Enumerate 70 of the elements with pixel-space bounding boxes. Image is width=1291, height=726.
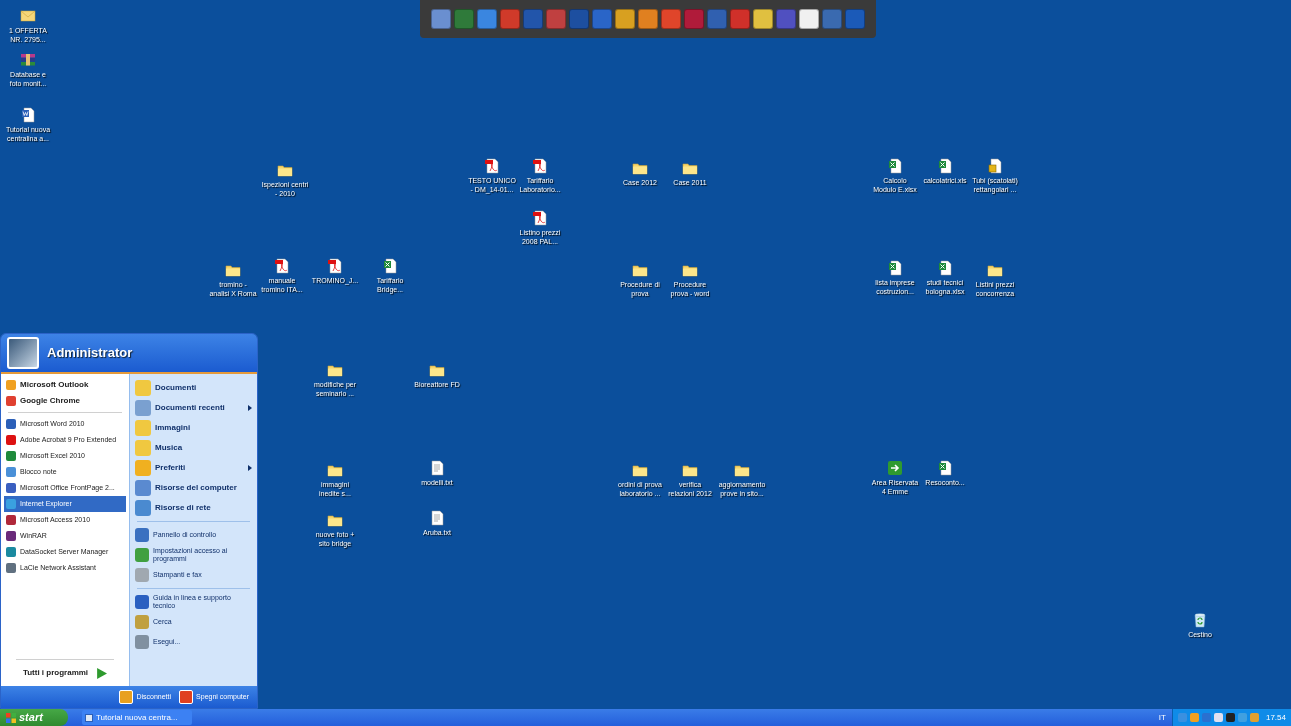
window-icon — [85, 713, 93, 722]
clock: 17.54 — [1265, 711, 1286, 724]
folder-icon[interactable] — [225, 262, 241, 278]
spreadsheet-file-icon[interactable] — [937, 460, 953, 476]
app-icon[interactable] — [638, 9, 658, 29]
pdf-file-icon[interactable] — [327, 258, 343, 274]
place-icon — [135, 528, 149, 542]
menu-item[interactable]: Preferiti — [133, 458, 254, 478]
all-programs-button[interactable]: Tutti i programmi — [4, 663, 126, 683]
spreadsheet-file-icon[interactable] — [937, 260, 953, 276]
pdf-file-icon[interactable] — [484, 158, 500, 174]
recycle-bin-icon[interactable] — [1192, 612, 1208, 628]
text-file-icon[interactable] — [429, 460, 445, 476]
document-file-icon[interactable] — [20, 107, 36, 123]
arrow-icon — [96, 667, 108, 679]
place-icon — [135, 380, 151, 396]
taskbar-button[interactable]: Tutorial nuova centra... — [82, 710, 192, 725]
place-icon — [135, 595, 149, 609]
place-icon — [135, 420, 151, 436]
menu-item[interactable]: Immagini — [133, 418, 254, 438]
spreadsheet-file-icon[interactable] — [887, 260, 903, 276]
folder-icon[interactable] — [734, 462, 750, 478]
pdf-file-icon[interactable] — [532, 158, 548, 174]
folder-icon[interactable] — [632, 262, 648, 278]
windows-flag-icon — [6, 712, 16, 723]
place-icon — [135, 480, 151, 496]
menu-item[interactable]: Documenti recenti — [133, 398, 254, 418]
pdf-file-icon[interactable] — [532, 210, 548, 226]
folder-icon[interactable] — [327, 362, 343, 378]
menu-item[interactable]: Risorse di rete — [133, 498, 254, 518]
app-icon[interactable] — [615, 9, 635, 29]
spreadsheet-file-icon[interactable] — [887, 158, 903, 174]
place-icon — [135, 568, 149, 582]
menu-item[interactable]: Google Chrome — [4, 393, 126, 409]
place-icon — [135, 460, 151, 476]
app-icon[interactable] — [799, 9, 819, 29]
language-indicator[interactable]: IT — [1158, 711, 1166, 724]
place-icon — [135, 500, 151, 516]
place-icon — [135, 635, 149, 649]
app-icon[interactable] — [753, 9, 773, 29]
folder-icon[interactable] — [277, 162, 293, 178]
document-file-icon[interactable] — [987, 158, 1003, 174]
folder-icon[interactable] — [429, 362, 445, 378]
menu-item[interactable]: Microsoft Outlook — [4, 377, 126, 393]
folder-icon[interactable] — [632, 462, 648, 478]
text-file-icon[interactable] — [429, 510, 445, 526]
spreadsheet-file-icon[interactable] — [937, 158, 953, 174]
menu-item[interactable]: Musica — [133, 438, 254, 458]
place-icon — [135, 400, 151, 416]
folder-icon[interactable] — [632, 160, 648, 176]
spreadsheet-file-icon[interactable] — [382, 258, 398, 274]
pdf-file-icon[interactable] — [274, 258, 290, 274]
folder-icon[interactable] — [327, 512, 343, 528]
place-icon — [135, 615, 149, 629]
power-icon — [179, 690, 194, 704]
folder-icon[interactable] — [682, 462, 698, 478]
menu-item[interactable]: Risorse del computer — [133, 478, 254, 498]
place-icon — [135, 548, 149, 562]
user-name: Administrator — [47, 344, 133, 363]
archive-icon[interactable] — [20, 52, 36, 68]
menu-item[interactable]: Documenti — [133, 378, 254, 398]
folder-icon[interactable] — [682, 160, 698, 176]
user-picture — [7, 337, 39, 369]
place-icon — [135, 440, 151, 456]
folder-icon[interactable] — [987, 262, 1003, 278]
power-icon — [119, 690, 134, 704]
envelope-icon[interactable] — [20, 8, 36, 24]
start-button[interactable]: start — [0, 709, 68, 726]
folder-icon[interactable] — [327, 462, 343, 478]
folder-icon[interactable] — [682, 262, 698, 278]
